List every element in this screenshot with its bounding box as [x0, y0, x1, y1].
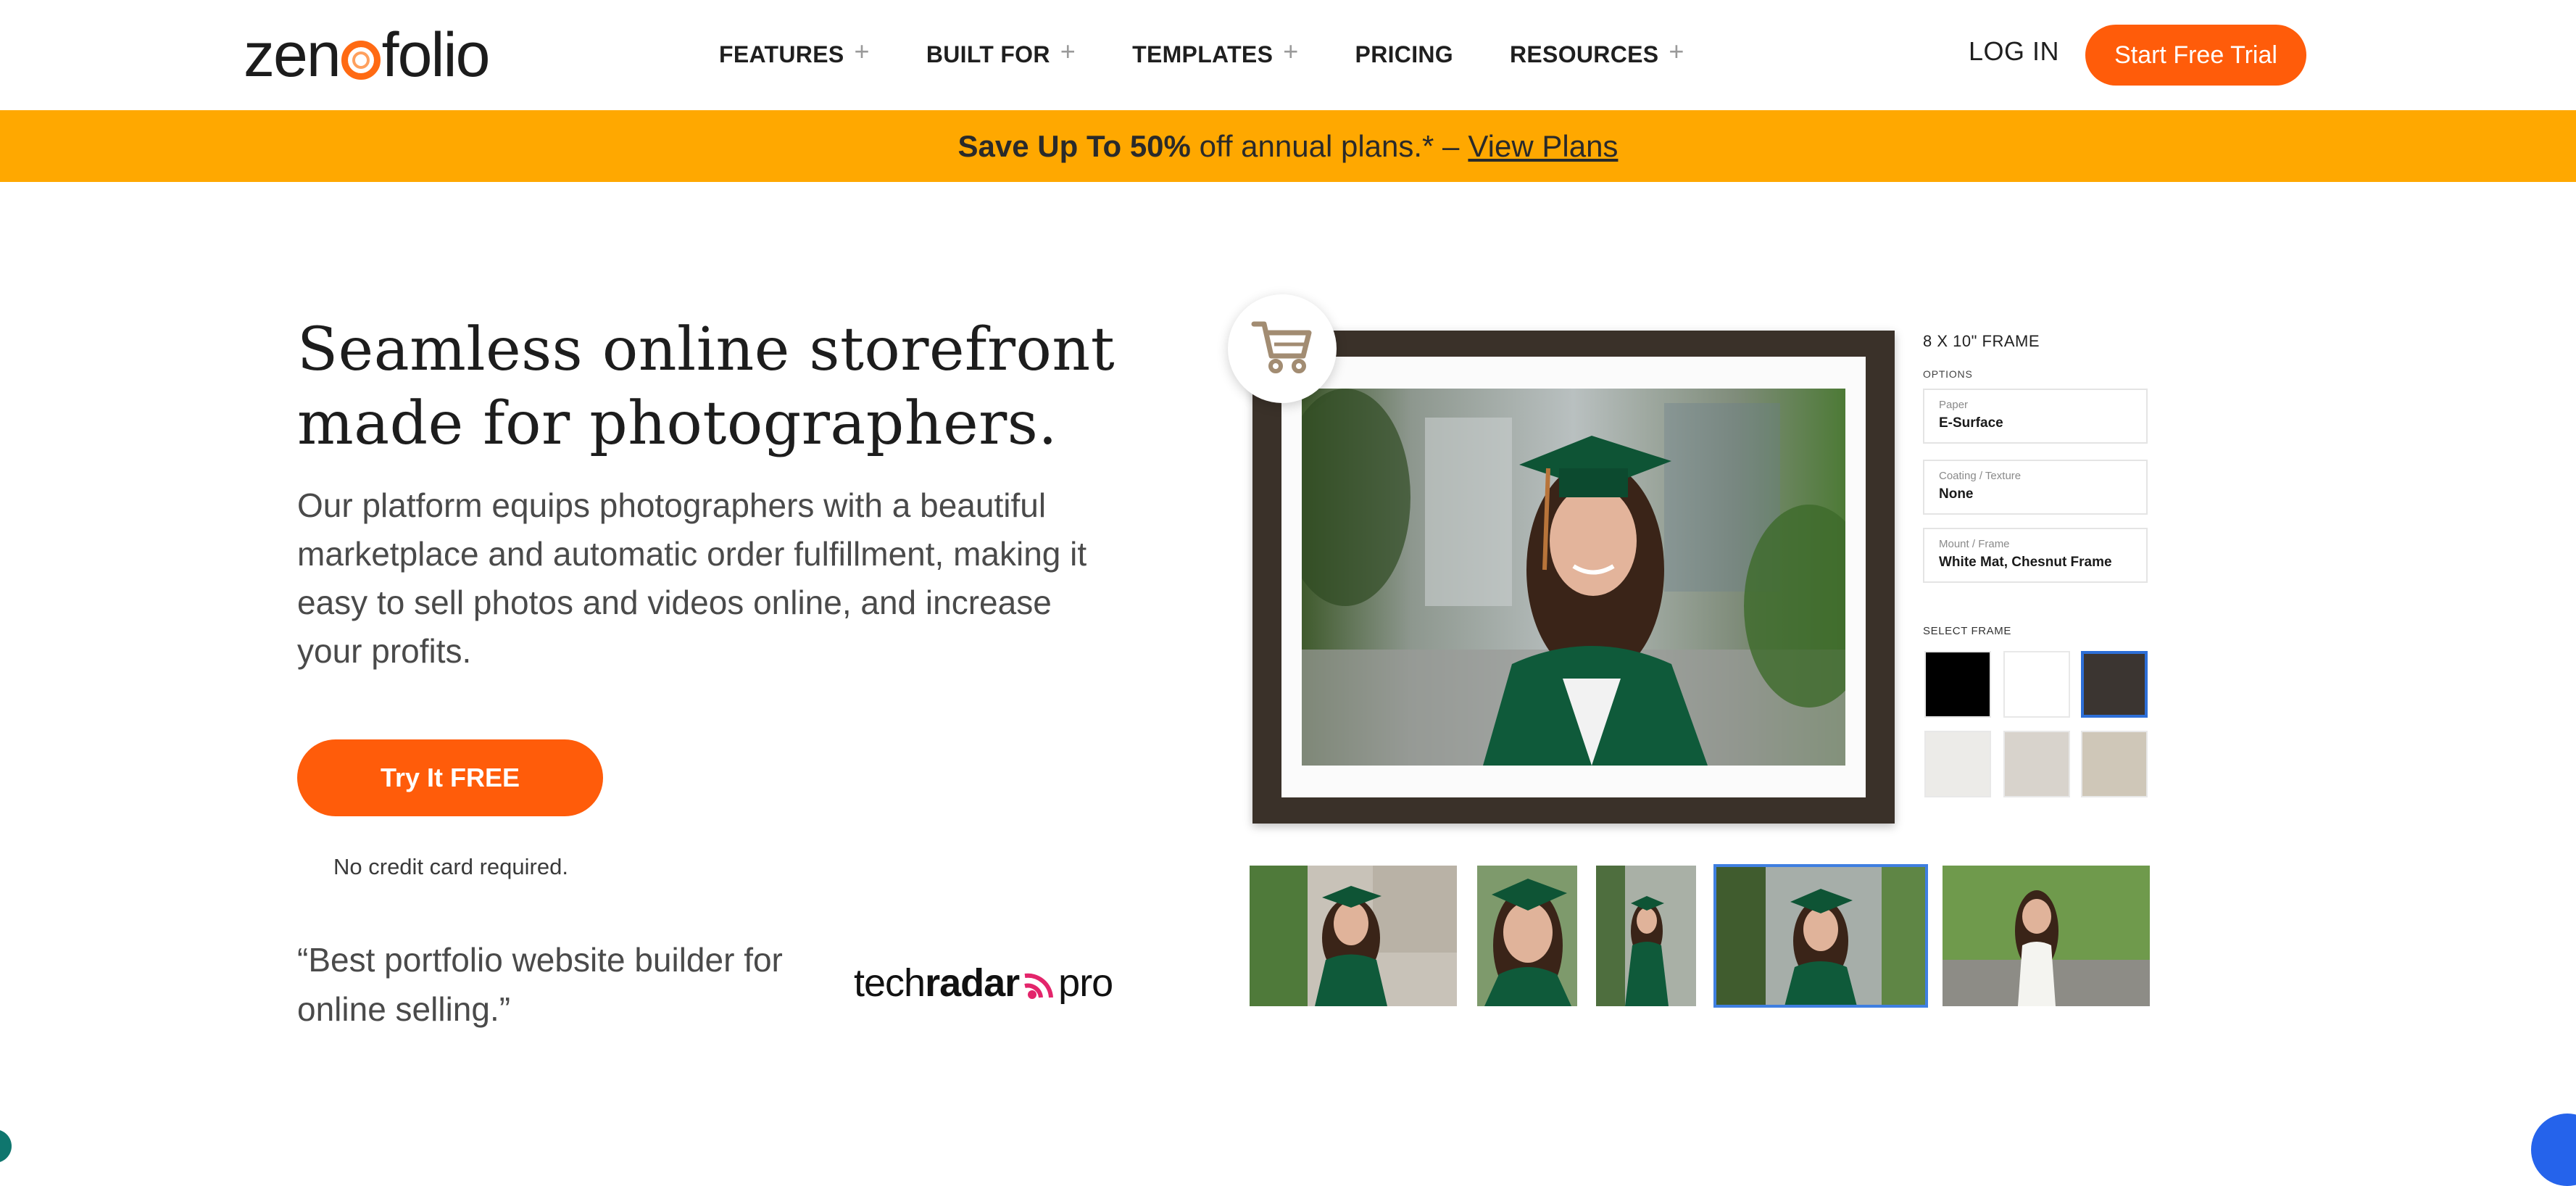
- plus-icon: +: [1669, 36, 1684, 66]
- paper-option-value: E-Surface: [1939, 415, 2003, 431]
- coating-option-label: Coating / Texture: [1939, 470, 2022, 482]
- coating-option-value: None: [1939, 486, 1974, 502]
- start-free-trial-button[interactable]: Start Free Trial: [2085, 25, 2306, 86]
- techradar-text-bold: radar: [925, 961, 1020, 1005]
- options-label: OPTIONS: [1923, 368, 1973, 380]
- frame-size-title: 8 X 10" FRAME: [1923, 332, 2040, 350]
- white-mat: [1281, 357, 1866, 797]
- add-to-cart-button[interactable]: [1228, 294, 1337, 403]
- frame-swatch-whitewash[interactable]: [1924, 731, 1991, 797]
- promo-banner: Save Up To 50% off annual plans.* – View …: [0, 110, 2576, 182]
- thumbnail-2[interactable]: [1477, 866, 1577, 1006]
- plus-icon: +: [854, 36, 870, 66]
- main-nav: FEATURES + BUILT FOR + TEMPLATES + PRICING …: [719, 36, 1741, 72]
- hero-subtext: Our platform equips photographers with a…: [297, 486, 1087, 670]
- logo-text-post: folio: [381, 20, 491, 90]
- coating-option[interactable]: Coating / Texture None: [1923, 460, 2148, 515]
- view-plans-link[interactable]: View Plans: [1468, 129, 1618, 164]
- techradar-text-post: pro: [1058, 961, 1113, 1005]
- nav-templates-label: TEMPLATES: [1132, 41, 1274, 67]
- frame-swatch-black[interactable]: [1924, 651, 1991, 718]
- nav-built-for[interactable]: BUILT FOR +: [926, 36, 1076, 72]
- promo-bold-text: Save Up To 50%: [957, 128, 1191, 163]
- radar-signal-icon: [1022, 966, 1055, 1000]
- frame-swatch-white[interactable]: [2003, 651, 2070, 718]
- promo-text: off annual plans.* –: [1199, 128, 1460, 163]
- techradar-pro-logo: tech radar pro: [854, 961, 1113, 1005]
- techradar-text-pre: tech: [854, 961, 926, 1005]
- nav-pricing-label: PRICING: [1355, 41, 1453, 67]
- hero-headline: Seamless online storefront made for phot…: [297, 313, 1131, 461]
- thumbnail-5[interactable]: [1943, 866, 2150, 1006]
- no-credit-card-note: No credit card required.: [333, 854, 568, 879]
- nav-features[interactable]: FEATURES +: [719, 36, 870, 72]
- framed-print-preview: [1252, 331, 1895, 824]
- frame-swatch-chestnut[interactable]: [2081, 651, 2148, 718]
- login-link[interactable]: LOG IN: [1969, 36, 2059, 67]
- headline-line-1: Seamless online storefront: [297, 315, 1115, 384]
- nav-resources[interactable]: RESOURCES +: [1510, 36, 1684, 72]
- plus-icon: +: [1060, 36, 1076, 66]
- logo-text-pre: zen: [244, 20, 341, 90]
- thumbnail-1[interactable]: [1250, 866, 1457, 1006]
- mount-frame-option[interactable]: Mount / Frame White Mat, Chesnut Frame: [1923, 528, 2148, 583]
- shopping-cart-icon: [1251, 318, 1313, 380]
- try-it-free-button[interactable]: Try It FREE: [297, 739, 603, 816]
- mount-frame-option-value: White Mat, Chesnut Frame: [1939, 555, 2112, 570]
- site-header: zen folio FEATURES + BUILT FOR + TEMPLATES +…: [0, 0, 2576, 110]
- chat-widget-icon[interactable]: [0, 1129, 12, 1163]
- thumbnail-4-selected[interactable]: [1713, 864, 1928, 1008]
- mount-frame-option-label: Mount / Frame: [1939, 538, 2010, 550]
- logo-ring-icon: [341, 41, 381, 80]
- nav-built-for-label: BUILT FOR: [926, 41, 1050, 67]
- nav-templates[interactable]: TEMPLATES +: [1132, 36, 1298, 72]
- frame-swatch-natural[interactable]: [2081, 731, 2148, 797]
- paper-option[interactable]: Paper E-Surface: [1923, 389, 2148, 444]
- paper-option-label: Paper: [1939, 399, 1969, 411]
- nav-features-label: FEATURES: [719, 41, 844, 67]
- thumbnail-3[interactable]: [1596, 866, 1696, 1006]
- nav-resources-label: RESOURCES: [1510, 41, 1659, 67]
- nav-pricing[interactable]: PRICING: [1355, 36, 1453, 72]
- graduate-photo: [1302, 389, 1845, 766]
- zenfolio-logo[interactable]: zen folio: [244, 19, 491, 91]
- accessibility-icon[interactable]: [2531, 1114, 2576, 1186]
- plus-icon: +: [1283, 36, 1299, 66]
- select-frame-label: SELECT FRAME: [1923, 625, 2011, 637]
- testimonial-quote: “Best portfolio website builder for onli…: [297, 941, 783, 1028]
- headline-line-2: made for photographers.: [297, 389, 1058, 458]
- frame-swatch-gray[interactable]: [2003, 731, 2070, 797]
